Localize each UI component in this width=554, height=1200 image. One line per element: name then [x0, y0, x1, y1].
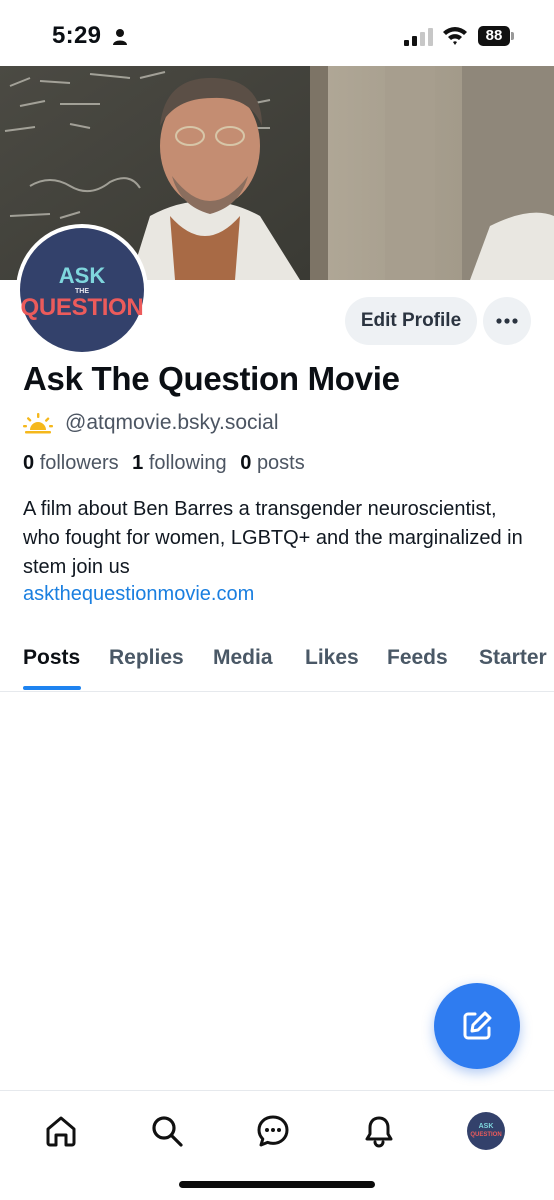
- home-icon: [46, 1116, 76, 1147]
- edit-profile-button[interactable]: Edit Profile: [345, 297, 477, 345]
- profile-bio: A film about Ben Barres a transgender ne…: [23, 498, 523, 578]
- wifi-icon: [443, 27, 467, 45]
- search-icon: [152, 1116, 183, 1147]
- nav-home[interactable]: [41, 1111, 81, 1151]
- profile-website-link[interactable]: askthequestionmovie.com: [23, 580, 254, 609]
- following-stat[interactable]: 1 following: [132, 452, 227, 474]
- avatar-logo-ask: ASK: [58, 262, 106, 288]
- chat-icon: [257, 1115, 289, 1147]
- battery-tip: [511, 32, 514, 40]
- following-label: following: [148, 452, 227, 474]
- handle-row: @atqmovie.bsky.social: [23, 410, 279, 436]
- status-bar: 5:29 88: [0, 0, 554, 66]
- home-indicator: [179, 1181, 375, 1188]
- person-icon: [113, 29, 127, 45]
- profile-stats: 0 followers 1 following 0 posts: [23, 452, 313, 475]
- following-count: 1: [132, 452, 144, 474]
- ellipsis-icon: [496, 318, 518, 324]
- tab-replies[interactable]: Replies: [109, 646, 184, 670]
- tab-likes[interactable]: Likes: [305, 646, 359, 670]
- avatar-logo: ASK THE QUESTION: [20, 228, 144, 352]
- posts-count: 0: [240, 452, 252, 474]
- profile-tabs: Posts Replies Media Likes Feeds Starter: [0, 636, 554, 692]
- avatar-logo-question: QUESTION: [20, 293, 144, 321]
- compose-button[interactable]: [434, 983, 520, 1069]
- more-options-button[interactable]: [483, 297, 531, 345]
- tab-posts[interactable]: Posts: [23, 646, 80, 670]
- compose-icon: [463, 1011, 492, 1040]
- display-name: Ask The Question Movie: [23, 360, 400, 397]
- profile-avatar[interactable]: ASK THE QUESTION: [16, 224, 148, 356]
- followers-count: 0: [23, 452, 35, 474]
- posts-label: posts: [256, 452, 305, 474]
- tab-media[interactable]: Media: [213, 646, 273, 670]
- nav-avatar-question: QUESTION: [470, 1132, 502, 1138]
- nav-avatar-ask: ASK: [478, 1123, 494, 1130]
- battery-indicator: 88: [478, 26, 514, 46]
- nav-messages[interactable]: [253, 1111, 293, 1151]
- status-time: 5:29: [52, 22, 102, 49]
- profile-handle: @atqmovie.bsky.social: [65, 411, 279, 434]
- tab-feeds[interactable]: Feeds: [387, 646, 448, 670]
- nav-search[interactable]: [147, 1111, 187, 1151]
- battery-level: 88: [478, 26, 510, 46]
- sunrise-icon: [23, 413, 53, 434]
- followers-stat[interactable]: 0 followers: [23, 452, 119, 474]
- nav-profile-avatar: ASK QUESTION: [467, 1112, 505, 1150]
- posts-stat: 0 posts: [240, 452, 305, 474]
- active-tab-indicator: [23, 686, 81, 690]
- bell-icon: [365, 1116, 393, 1148]
- tab-starter-packs[interactable]: Starter: [479, 646, 547, 670]
- nav-notifications[interactable]: [359, 1111, 399, 1151]
- cellular-signal-icon: [404, 28, 433, 46]
- nav-profile[interactable]: ASK QUESTION: [466, 1111, 506, 1151]
- followers-label: followers: [39, 452, 119, 474]
